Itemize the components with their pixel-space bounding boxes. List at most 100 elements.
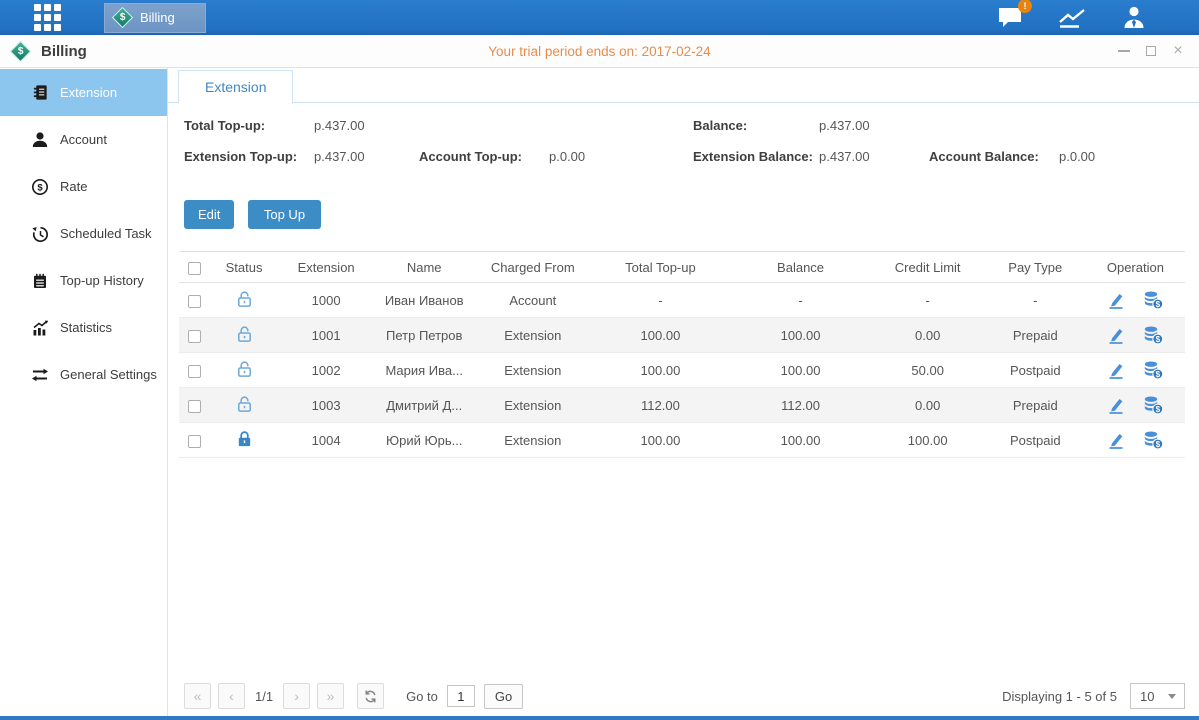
lock-open-icon[interactable]: [235, 324, 254, 344]
rate-icon: $: [31, 178, 49, 196]
topup-icon[interactable]: $: [1142, 325, 1164, 345]
cell-charged-from: Extension: [475, 423, 590, 458]
sidebar-item-scheduled-task[interactable]: Scheduled Task: [0, 210, 167, 257]
lock-open-icon[interactable]: [235, 359, 254, 379]
edit-icon[interactable]: [1106, 430, 1126, 450]
minimize-button[interactable]: [1117, 44, 1131, 58]
topup-icon[interactable]: $: [1142, 290, 1164, 310]
cell-total-topup: 112.00: [590, 388, 730, 423]
action-buttons: Edit Top Up: [184, 200, 1199, 229]
statistics-icon: [31, 319, 49, 337]
next-page-button[interactable]: ›: [283, 683, 310, 709]
column-header-status: Status: [209, 252, 279, 283]
cell-credit-limit: 100.00: [871, 423, 985, 458]
top-up-button[interactable]: Top Up: [248, 200, 321, 229]
messages-icon[interactable]: !: [997, 6, 1023, 30]
refresh-icon: [363, 689, 378, 704]
topup-icon[interactable]: $: [1142, 430, 1164, 450]
go-button[interactable]: Go: [484, 684, 523, 709]
sidebar-item-label: General Settings: [60, 367, 157, 382]
page-size-select[interactable]: 10: [1130, 683, 1185, 709]
topup-icon[interactable]: $: [1142, 395, 1164, 415]
cell-balance: 112.00: [730, 388, 870, 423]
window-bottom-edge: [0, 716, 1199, 720]
column-header-operation: Operation: [1086, 252, 1185, 283]
window-title-bar: $ Billing Your trial period ends on: 201…: [0, 35, 1199, 68]
window-title: Billing: [41, 43, 87, 60]
user-account-icon[interactable]: [1121, 5, 1147, 30]
sidebar-item-general-settings[interactable]: General Settings: [0, 351, 167, 398]
first-page-button[interactable]: «: [184, 683, 211, 709]
general-settings-icon: [31, 366, 49, 384]
sidebar-item-label: Scheduled Task: [60, 226, 152, 241]
top-bar: $ Billing !: [0, 0, 1199, 35]
svg-text:$: $: [1156, 335, 1161, 344]
row-checkbox[interactable]: [188, 295, 201, 308]
tab-strip: Extension: [168, 68, 1199, 103]
edit-icon[interactable]: [1106, 325, 1126, 345]
cell-pay-type: Prepaid: [985, 388, 1086, 423]
cell-total-topup: 100.00: [590, 353, 730, 388]
goto-page-input[interactable]: [447, 685, 475, 707]
table-header-row: StatusExtensionNameCharged FromTotal Top…: [179, 252, 1185, 283]
cell-extension: 1000: [279, 283, 373, 318]
column-header-name: Name: [373, 252, 475, 283]
table-row: 1000Иван ИвановAccount----$: [179, 283, 1185, 318]
svg-text:$: $: [1156, 370, 1161, 379]
edit-icon[interactable]: [1106, 290, 1126, 310]
cell-credit-limit: -: [871, 283, 985, 318]
cell-credit-limit: 0.00: [871, 388, 985, 423]
cell-charged-from: Extension: [475, 353, 590, 388]
table-row: 1003Дмитрий Д...Extension112.00112.000.0…: [179, 388, 1185, 423]
cell-pay-type: Postpaid: [985, 353, 1086, 388]
window-billing-icon: $: [10, 40, 31, 61]
tab-extension[interactable]: Extension: [178, 70, 293, 104]
caret-down-icon: [1168, 694, 1176, 699]
account-topup-value: p.0.00: [549, 149, 585, 164]
account-balance-label: Account Balance:: [929, 149, 1039, 164]
sidebar-item-statistics[interactable]: Statistics: [0, 304, 167, 351]
sidebar-item-top-up-history[interactable]: Top-up History: [0, 257, 167, 304]
row-checkbox[interactable]: [188, 365, 201, 378]
row-checkbox[interactable]: [188, 330, 201, 343]
app-launcher-icon[interactable]: [34, 4, 61, 31]
cell-total-topup: 100.00: [590, 318, 730, 353]
pagination-bar: « ‹ 1/1 › » Go to Go Displaying 1 - 5 of…: [184, 683, 1185, 709]
last-page-button[interactable]: »: [317, 683, 344, 709]
extension-topup-label: Extension Top-up:: [184, 149, 297, 164]
lock-open-icon[interactable]: [235, 289, 254, 309]
cell-balance: 100.00: [730, 423, 870, 458]
lock-open-icon[interactable]: [235, 394, 254, 414]
cell-charged-from: Extension: [475, 388, 590, 423]
page-size-value: 10: [1140, 689, 1154, 704]
refresh-button[interactable]: [357, 683, 384, 709]
goto-label: Go to: [406, 689, 438, 704]
total-topup-value: p.437.00: [314, 118, 365, 133]
svg-text:$: $: [1156, 440, 1161, 449]
edit-icon[interactable]: [1106, 360, 1126, 380]
row-checkbox[interactable]: [188, 435, 201, 448]
column-header-total-top-up: Total Top-up: [590, 252, 730, 283]
statistics-chart-icon[interactable]: [1057, 6, 1087, 30]
sidebar-item-label: Top-up History: [60, 273, 144, 288]
edit-icon[interactable]: [1106, 395, 1126, 415]
sidebar-item-extension[interactable]: Extension: [0, 69, 167, 116]
prev-page-button[interactable]: ‹: [218, 683, 245, 709]
sidebar-item-account[interactable]: Account: [0, 116, 167, 163]
row-checkbox[interactable]: [188, 400, 201, 413]
edit-button[interactable]: Edit: [184, 200, 234, 229]
sidebar-item-rate[interactable]: $Rate: [0, 163, 167, 210]
cell-pay-type: Prepaid: [985, 318, 1086, 353]
cell-credit-limit: 50.00: [871, 353, 985, 388]
lock-closed-icon[interactable]: [235, 429, 254, 449]
table-row: 1001Петр ПетровExtension100.00100.000.00…: [179, 318, 1185, 353]
select-all-checkbox[interactable]: [188, 262, 201, 275]
select-all-cell: [179, 252, 209, 283]
billing-diamond-icon: $: [112, 7, 133, 28]
billing-app-tab[interactable]: $ Billing: [104, 3, 206, 33]
topup-icon[interactable]: $: [1142, 360, 1164, 380]
main-content: Extension Total Top-up: p.437.00 Balance…: [168, 68, 1199, 716]
cell-extension: 1004: [279, 423, 373, 458]
close-button[interactable]: ×: [1171, 44, 1185, 58]
maximize-button[interactable]: [1144, 44, 1158, 58]
